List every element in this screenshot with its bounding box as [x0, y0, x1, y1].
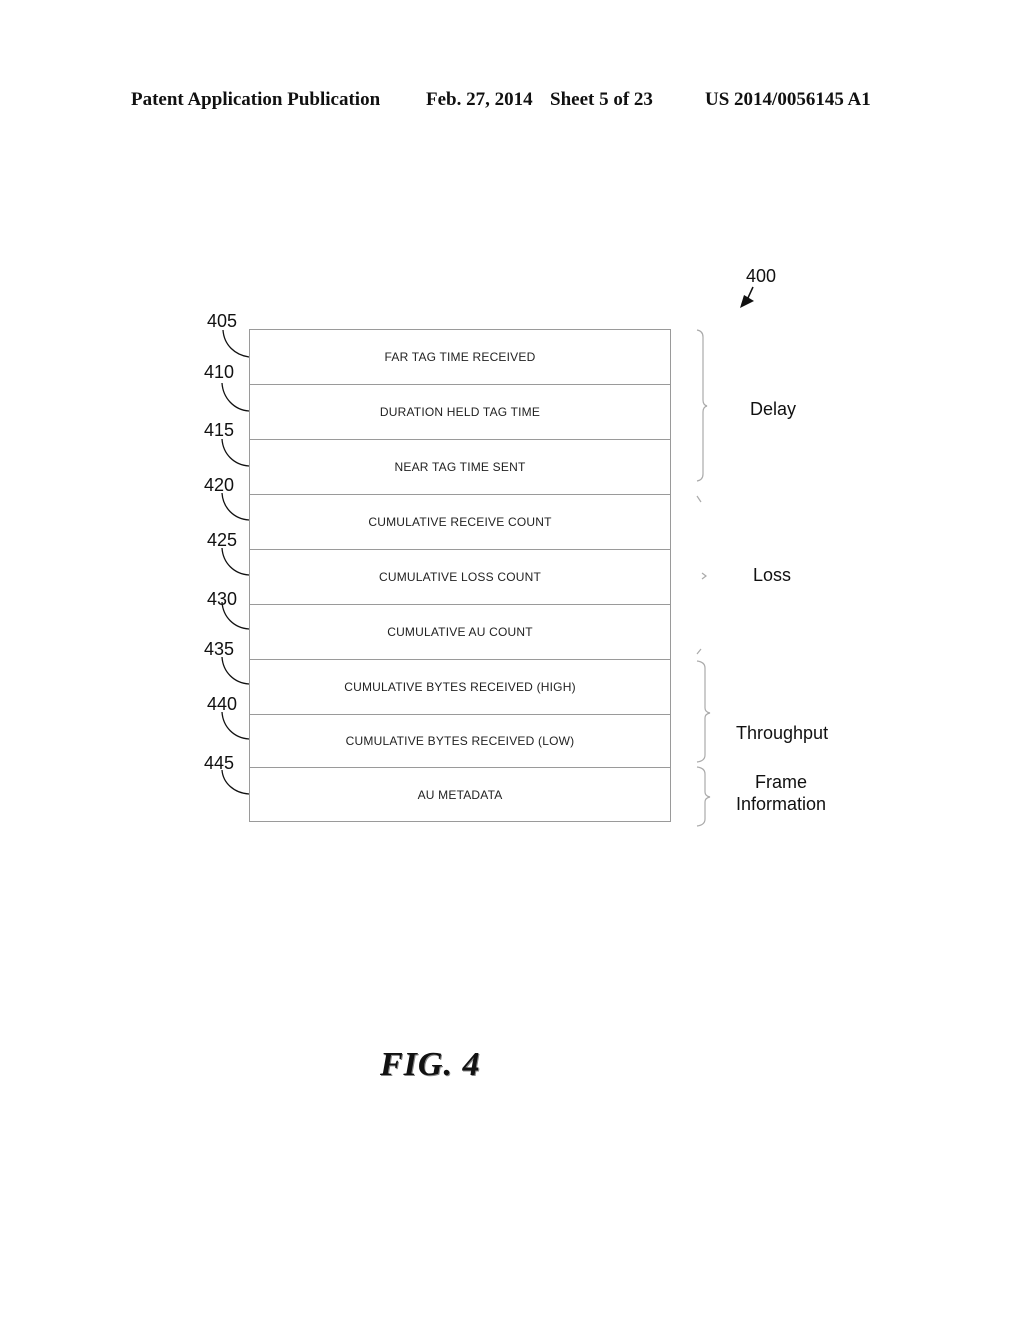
delay-brace [696, 329, 708, 482]
field-ref-445: 445 [204, 753, 235, 773]
field-ref-425: 425 [207, 530, 238, 550]
leader-445 [221, 769, 250, 795]
field-row-far-tag-time-received: FAR TAG TIME RECEIVED [384, 350, 536, 364]
field-ref-430: 430 [207, 589, 238, 609]
loss-brace [696, 495, 707, 655]
leader-420 [221, 492, 250, 521]
leader-405 [222, 329, 250, 358]
field-ref-440: 440 [207, 694, 238, 714]
field-ref-410: 410 [204, 362, 235, 382]
leader-440 [221, 711, 250, 740]
field-row-cumulative-receive-count: CUMULATIVE RECEIVE COUNT [250, 494, 670, 549]
group-label-loss: Loss [753, 565, 792, 585]
field-ref-420: 420 [204, 475, 235, 495]
field-row-cumulative-bytes-high: CUMULATIVE BYTES RECEIVED (HIGH) [250, 659, 670, 714]
field-ref-405: 405 [207, 311, 238, 331]
leader-410 [221, 382, 250, 412]
field-ref-435: 435 [204, 639, 235, 659]
field-row-cumulative-au-count: CUMULATIVE AU COUNT [250, 604, 670, 659]
group-label-throughput: Throughput [736, 723, 829, 743]
leader-435 [221, 656, 250, 685]
group-label-frame-information: Frame Information [730, 771, 832, 815]
field-row-near-tag-time-sent: NEAR TAG TIME SENT [250, 439, 670, 494]
group-label-frame-line2: Information [735, 794, 827, 814]
field-row-cumulative-bytes-low: CUMULATIVE BYTES RECEIVED (LOW) [250, 714, 670, 767]
field-row-au-metadata: AU METADATA [250, 767, 670, 821]
field-row-duration-held-tag-time: DURATION HELD TAG TIME [250, 384, 670, 439]
throughput-brace [696, 660, 711, 763]
figure-caption: FIG. 4 [380, 1046, 481, 1083]
frame-info-brace [696, 766, 711, 827]
leader-425 [221, 547, 250, 576]
figure-ref-arrow [740, 286, 754, 308]
packet-field-table: FAR TAG TIME RECEIVED DURATION HELD TAG … [249, 329, 671, 822]
leader-415 [221, 438, 250, 467]
field-row-cumulative-loss-count: CUMULATIVE LOSS COUNT [250, 549, 670, 604]
group-label-delay: Delay [750, 399, 797, 419]
field-ref-415: 415 [204, 420, 235, 440]
group-label-frame-line1: Frame [754, 772, 807, 792]
